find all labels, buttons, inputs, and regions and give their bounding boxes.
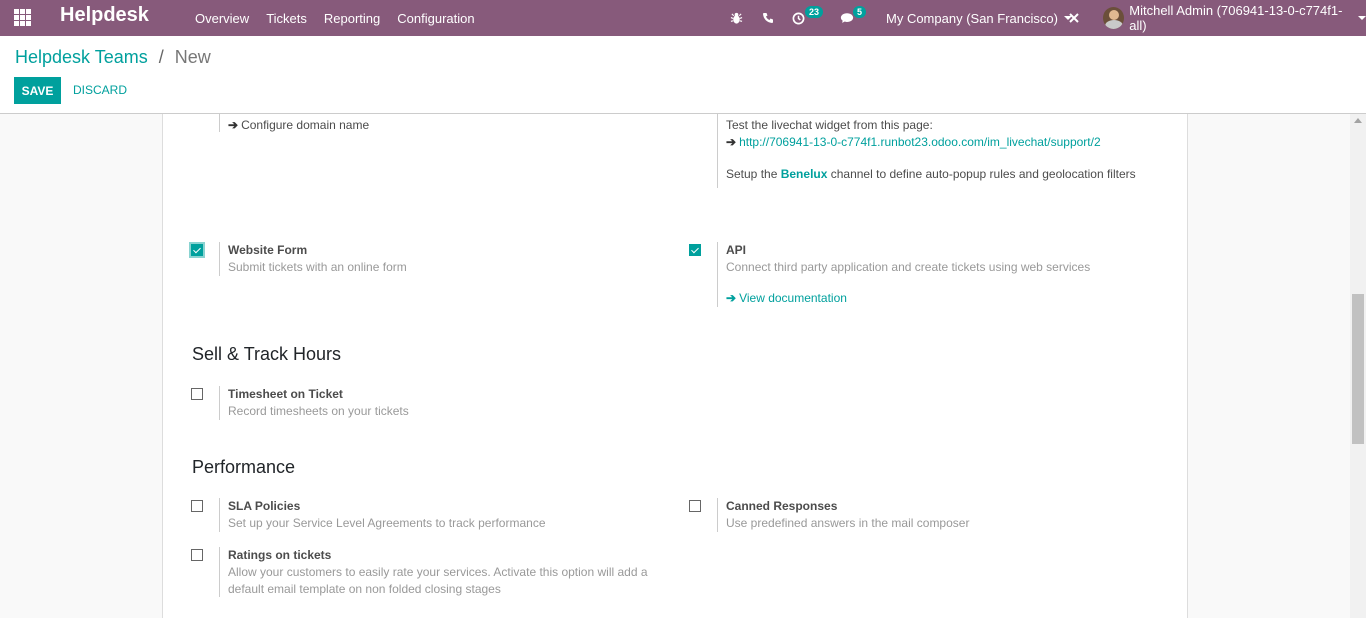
- setting-divider: [219, 547, 220, 597]
- livechat-link[interactable]: ➔ http://706941-13-0-c774f1.runbot23.odoo…: [726, 135, 1101, 149]
- api-title: API: [726, 243, 747, 257]
- sla-title: SLA Policies: [228, 499, 301, 513]
- section-sell-track-hours: Sell & Track Hours: [192, 344, 342, 364]
- phone-icon[interactable]: [762, 0, 774, 36]
- avatar: [1103, 7, 1125, 29]
- messages-icon[interactable]: 5: [840, 0, 867, 36]
- arrow-right-icon: ➔: [228, 118, 239, 132]
- configure-domain-link[interactable]: ➔ Configure domain name: [228, 118, 369, 132]
- setup-suffix: channel to define auto-popup rules and g…: [827, 167, 1136, 181]
- canned-responses-title: Canned Responses: [726, 499, 838, 513]
- company-switcher[interactable]: My Company (San Francisco): [886, 0, 1072, 36]
- view-documentation-label[interactable]: View documentation: [739, 291, 847, 305]
- apps-menu-icon[interactable]: [14, 9, 31, 26]
- activity-clock-icon[interactable]: 23: [792, 0, 824, 36]
- view-documentation-link[interactable]: ➔ View documentation: [726, 291, 847, 305]
- arrow-right-icon: ➔: [726, 291, 737, 305]
- setting-divider: [717, 498, 718, 532]
- ratings-title: Ratings on tickets: [228, 548, 332, 562]
- website-form-title: Website Form: [228, 243, 308, 257]
- livechat-url[interactable]: http://706941-13-0-c774f1.runbot23.odoo.…: [739, 135, 1101, 149]
- menu-tickets[interactable]: Tickets: [266, 11, 307, 26]
- scroll-up-arrow-icon[interactable]: [1354, 118, 1362, 123]
- setting-divider: [717, 114, 718, 188]
- setting-divider: [219, 498, 220, 532]
- tools-close-icon[interactable]: [1068, 0, 1080, 36]
- form-content: ➔ Configure domain name Test the livechat…: [0, 114, 1350, 618]
- section-performance: Performance: [192, 457, 296, 477]
- form-sheet: ➔ Configure domain name Test the livechat…: [162, 114, 1188, 618]
- livechat-test-text: Test the livechat widget from this page:: [726, 118, 933, 132]
- setup-prefix: Setup the: [726, 167, 781, 181]
- ratings-desc-line1: Allow your customers to easily rate your…: [228, 565, 648, 579]
- breadcrumb-current: New: [174, 47, 211, 67]
- setting-divider: [717, 242, 718, 307]
- caret-down-icon: [1358, 16, 1366, 20]
- main-menu: Overview Tickets Reporting Configuration: [195, 0, 492, 36]
- breadcrumb: Helpdesk Teams / New: [15, 47, 211, 68]
- company-name: My Company (San Francisco): [886, 10, 1058, 26]
- user-name: Mitchell Admin (706941-13-0-c774f1-all): [1129, 3, 1343, 33]
- timesheet-checkbox[interactable]: [191, 388, 203, 400]
- ratings-checkbox[interactable]: [191, 549, 203, 561]
- website-form-checkbox[interactable]: [191, 244, 203, 256]
- website-form-desc: Submit tickets with an online form: [228, 260, 407, 274]
- activity-badge: 23: [805, 6, 824, 18]
- control-panel: Helpdesk Teams / New SAVE DISCARD: [0, 36, 1366, 114]
- configure-domain-label: Configure domain name: [241, 118, 370, 132]
- messages-badge: 5: [853, 6, 867, 18]
- menu-reporting[interactable]: Reporting: [324, 11, 380, 26]
- breadcrumb-separator: /: [158, 47, 164, 67]
- debug-bug-icon[interactable]: [730, 0, 743, 36]
- sla-checkbox[interactable]: [191, 500, 203, 512]
- scrollbar-thumb[interactable]: [1352, 294, 1364, 444]
- user-menu[interactable]: Mitchell Admin (706941-13-0-c774f1-all): [1103, 0, 1366, 36]
- discard-button[interactable]: DISCARD: [73, 83, 127, 97]
- setting-divider: [219, 386, 220, 420]
- top-navbar: Helpdesk Overview Tickets Reporting Conf…: [0, 0, 1366, 36]
- api-checkbox[interactable]: [689, 244, 701, 256]
- timesheet-title: Timesheet on Ticket: [228, 387, 343, 401]
- vertical-scrollbar[interactable]: [1350, 114, 1366, 618]
- canned-responses-checkbox[interactable]: [689, 500, 701, 512]
- benelux-channel-link[interactable]: Benelux: [781, 167, 828, 181]
- ratings-desc-line2: default email template on non folded clo…: [228, 582, 501, 596]
- menu-configuration[interactable]: Configuration: [397, 11, 474, 26]
- setting-divider: [219, 242, 220, 276]
- sla-desc: Set up your Service Level Agreements to …: [228, 516, 546, 530]
- save-button[interactable]: SAVE: [14, 77, 61, 104]
- livechat-setup-text: Setup the Benelux channel to define auto…: [726, 167, 1136, 181]
- app-brand[interactable]: Helpdesk: [60, 4, 149, 27]
- menu-overview[interactable]: Overview: [195, 11, 249, 26]
- arrow-right-icon: ➔: [726, 135, 737, 149]
- setting-divider: [219, 114, 220, 132]
- breadcrumb-helpdesk-teams[interactable]: Helpdesk Teams: [15, 47, 148, 67]
- api-desc: Connect third party application and crea…: [726, 260, 1091, 274]
- canned-responses-desc: Use predefined answers in the mail compo…: [726, 516, 970, 530]
- timesheet-desc: Record timesheets on your tickets: [228, 404, 409, 418]
